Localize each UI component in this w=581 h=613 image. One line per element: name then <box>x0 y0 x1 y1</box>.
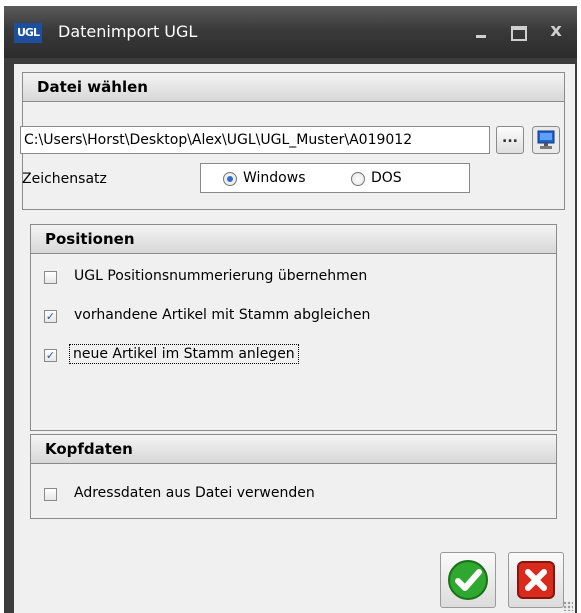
computer-button[interactable] <box>532 126 560 154</box>
checkbox-address-data-label[interactable]: Adressdaten aus Datei verwenden <box>74 485 315 501</box>
cancel-button[interactable] <box>508 552 564 608</box>
positionen-group-header: Positionen <box>31 225 556 254</box>
checkbox-match-articles-label[interactable]: vorhandene Artikel mit Stamm abgleichen <box>74 307 370 323</box>
file-path-input[interactable]: C:\Users\Horst\Desktop\Alex\UGL\UGL_Must… <box>20 126 490 154</box>
radio-dos-label[interactable]: DOS <box>371 170 402 186</box>
ugl-logo-icon: UGL <box>14 23 42 43</box>
radio-windows-label[interactable]: Windows <box>243 170 306 186</box>
resize-grip[interactable] <box>563 601 573 611</box>
kopfdaten-group: Kopfdaten <box>30 434 557 519</box>
browse-button[interactable]: ... <box>496 126 524 154</box>
kopfdaten-group-header: Kopfdaten <box>31 435 556 464</box>
window-title: Datenimport UGL <box>58 22 198 41</box>
positionen-group: Positionen <box>30 224 557 431</box>
checkbox-create-articles-label[interactable]: neue Artikel im Stamm anlegen <box>69 344 299 364</box>
title-bar[interactable]: UGL Datenimport UGL x <box>4 6 577 58</box>
charset-radio-group: Windows DOS <box>200 163 470 193</box>
computer-icon <box>532 126 560 154</box>
checkbox-address-data[interactable] <box>44 488 57 501</box>
minimize-button[interactable] <box>470 20 494 42</box>
dialog-client-area: Datei wählen C:\Users\Horst\Desktop\Alex… <box>14 64 575 613</box>
charset-label: Zeichensatz <box>22 171 107 187</box>
radio-dos[interactable] <box>351 172 365 186</box>
checkmark-icon <box>448 560 488 600</box>
import-dialog-window: UGL Datenimport UGL x Datei wählen C:\Us… <box>4 6 577 613</box>
close-button[interactable]: x <box>544 20 568 42</box>
checkbox-match-articles[interactable]: ✓ <box>44 310 57 323</box>
cross-icon <box>517 561 555 599</box>
ok-button[interactable] <box>440 552 496 608</box>
checkbox-create-articles[interactable]: ✓ <box>44 349 57 362</box>
checkbox-ugl-numbering-label[interactable]: UGL Positionsnummerierung übernehmen <box>74 268 367 284</box>
checkbox-ugl-numbering[interactable] <box>44 271 57 284</box>
datei-group-header: Datei wählen <box>23 73 564 102</box>
maximize-button[interactable] <box>507 20 531 42</box>
radio-windows[interactable] <box>223 172 237 186</box>
